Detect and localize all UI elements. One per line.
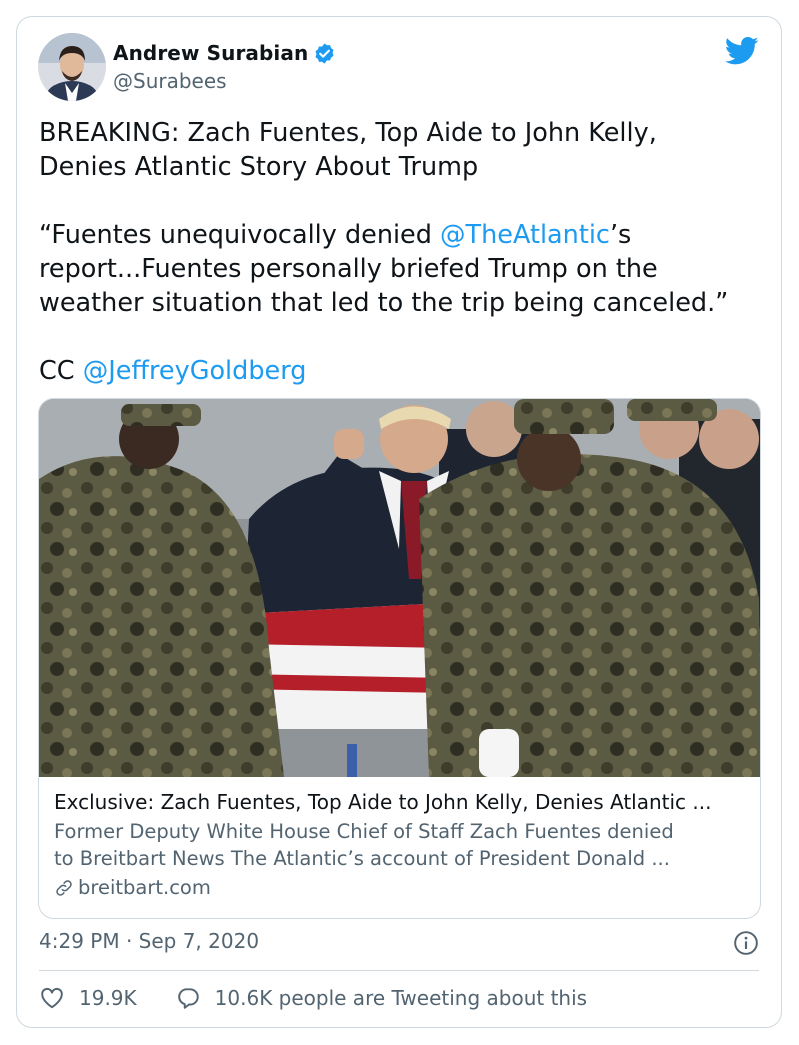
- link-icon: [56, 879, 72, 896]
- info-icon[interactable]: [733, 930, 759, 956]
- link-card-title[interactable]: Exclusive: Zach Fuentes, Top Aide to Joh…: [54, 789, 754, 816]
- verified-badge-icon: [315, 42, 334, 64]
- link-card-info[interactable]: Exclusive: Zach Fuentes, Top Aide to Joh…: [54, 789, 754, 901]
- tweet-line-1: BREAKING: Zach Fuentes, Top Aide to John…: [39, 118, 657, 148]
- link-card-description-line-1: Former Deputy White House Chief of Staff…: [54, 820, 674, 843]
- author-name-row[interactable]: Andrew Surabian: [113, 41, 336, 65]
- mention-jeffreygoldberg[interactable]: @JeffreyGoldberg: [83, 356, 307, 386]
- display-name[interactable]: Andrew Surabian: [113, 41, 308, 65]
- tweet-text: BREAKING: Zach Fuentes, Top Aide to John…: [39, 116, 769, 388]
- heart-icon: [41, 987, 63, 1009]
- tweet-timestamp[interactable]: 4:29 PM · Sep 7, 2020: [39, 929, 259, 953]
- mention-theatlantic[interactable]: @TheAtlantic: [440, 220, 610, 250]
- like-button[interactable]: 19.9K: [39, 985, 137, 1011]
- divider: [39, 970, 759, 971]
- reply-button[interactable]: 10.6K people are Tweeting about this: [175, 985, 587, 1011]
- cc-prefix: CC: [39, 356, 83, 386]
- link-card-domain-text[interactable]: breitbart.com: [78, 874, 211, 901]
- like-count: 19.9K: [79, 986, 137, 1010]
- comment-icon: [177, 988, 199, 1009]
- author-handle[interactable]: @Surabees: [113, 69, 227, 93]
- twitter-bird-icon[interactable]: [725, 36, 759, 66]
- quote-prefix: “Fuentes unequivocally denied: [39, 220, 441, 250]
- article-photo[interactable]: [39, 399, 761, 777]
- tweet-actions: 19.9K 10.6K people are Tweeting about th…: [39, 985, 587, 1011]
- tweet-card: Andrew Surabian @Surabees BREAKING: Zach…: [16, 16, 782, 1028]
- avatar[interactable]: [38, 33, 106, 101]
- link-card-description-line-2: to Breitbart News The Atlantic’s account…: [54, 847, 670, 870]
- link-card[interactable]: Exclusive: Zach Fuentes, Top Aide to Joh…: [38, 398, 761, 919]
- reply-text: 10.6K people are Tweeting about this: [214, 986, 588, 1010]
- link-card-description: Former Deputy White House Chief of Staff…: [54, 818, 754, 872]
- tweet-line-2: Denies Atlantic Story About Trump: [39, 152, 479, 182]
- link-card-domain[interactable]: breitbart.com: [54, 874, 754, 901]
